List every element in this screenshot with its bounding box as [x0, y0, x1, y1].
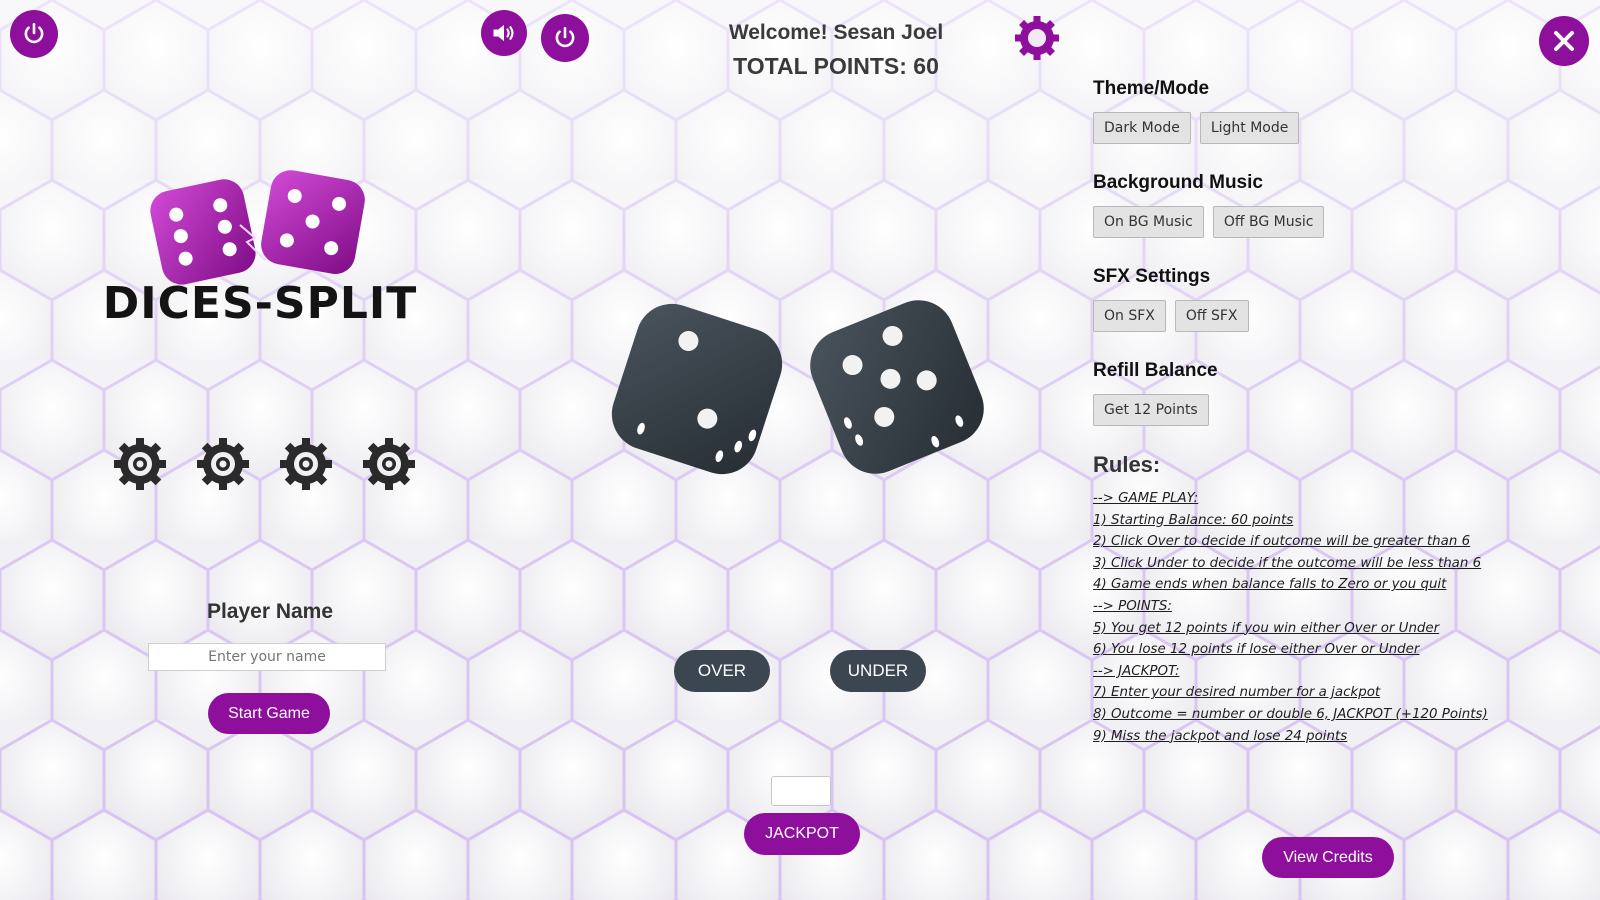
view-credits-button[interactable]: View Credits [1262, 837, 1394, 878]
jackpot-button[interactable]: JACKPOT [744, 813, 860, 855]
rules-title: Rules: [1093, 452, 1161, 477]
settings-content: Theme/Mode Dark Mode Light Mode Backgroun… [1093, 78, 1573, 747]
music-title: Background Music [1093, 172, 1263, 193]
refill-title: Refill Balance [1093, 360, 1218, 381]
gear-icon [197, 438, 249, 490]
center-panel: Welcome! Sesan Joel TOTAL POINTS: 60 OVE… [481, 0, 1065, 900]
rule-item: 3) Click Under to decide if the outcome … [1093, 555, 1482, 571]
sfx-group: SFX Settings On SFX Off SFX [1093, 266, 1573, 332]
sfx-title: SFX Settings [1093, 266, 1211, 287]
dice-logo-image [150, 170, 365, 285]
welcome-text: Welcome! Sesan Joel [728, 21, 944, 44]
sound-button[interactable] [481, 10, 527, 56]
loading-gears [112, 436, 432, 496]
under-button[interactable]: UNDER [830, 650, 926, 692]
rule-item: 9) Miss the jackpot and lose 24 points [1093, 728, 1348, 744]
quit-power-button[interactable] [541, 14, 589, 62]
music-on-button[interactable]: On BG Music [1093, 206, 1204, 238]
start-game-button[interactable]: Start Game [208, 693, 330, 734]
player-name-input[interactable] [148, 643, 386, 671]
speaker-icon [493, 24, 514, 42]
die-right [810, 300, 984, 474]
sfx-on-button[interactable]: On SFX [1093, 300, 1166, 332]
rule-item: 6) You lose 12 points if lose either Ove… [1093, 642, 1420, 658]
gear-icon [1015, 16, 1059, 60]
rule-item: 1) Starting Balance: 60 points [1093, 512, 1294, 528]
dark-mode-button[interactable]: Dark Mode [1093, 112, 1191, 144]
rule-item: 8) Outcome = number or double 6, JACKPOT… [1093, 706, 1488, 722]
gear-icon [114, 438, 166, 490]
left-panel: DICES-SPLIT Player Name Start Game [0, 0, 536, 900]
rule-item: --> JACKPOT: [1093, 663, 1180, 679]
gear-icon [280, 438, 332, 490]
close-button[interactable] [1539, 16, 1589, 66]
refill-group: Refill Balance Get 12 Points [1093, 360, 1573, 426]
rule-item: --> POINTS: [1093, 598, 1172, 614]
rule-item: 2) Click Over to decide if outcome will … [1093, 534, 1471, 550]
total-points-text: TOTAL POINTS: 60 [733, 53, 939, 79]
logo-text: DICES-SPLIT [102, 278, 418, 329]
theme-title: Theme/Mode [1093, 78, 1210, 99]
close-icon [1554, 31, 1574, 51]
power-button[interactable] [10, 10, 58, 58]
sfx-off-button[interactable]: Off SFX [1174, 300, 1249, 332]
get-points-button[interactable]: Get 12 Points [1093, 394, 1209, 426]
power-icon [24, 22, 44, 44]
die-left [611, 303, 783, 475]
power-icon [555, 26, 575, 48]
music-off-button[interactable]: Off BG Music [1212, 206, 1325, 238]
gear-icon [363, 438, 415, 490]
over-button[interactable]: OVER [674, 650, 770, 692]
rule-item: 7) Enter your desired number for a jackp… [1093, 685, 1381, 701]
theme-group: Theme/Mode Dark Mode Light Mode [1093, 78, 1573, 144]
rule-item: 4) Game ends when balance falls to Zero … [1093, 577, 1447, 593]
player-name-label: Player Name [206, 600, 334, 623]
rules-list: --> GAME PLAY: 1) Starting Balance: 60 p… [1093, 488, 1573, 747]
right-panel: Theme/Mode Dark Mode Light Mode Backgroun… [1065, 0, 1600, 900]
jackpot-number-input[interactable] [771, 776, 831, 806]
light-mode-button[interactable]: Light Mode [1199, 112, 1300, 144]
settings-button[interactable] [1012, 13, 1062, 63]
music-group: Background Music On BG Music Off BG Music [1093, 172, 1573, 238]
rule-item: 5) You get 12 points if you win either O… [1093, 620, 1440, 636]
rule-item: --> GAME PLAY: [1093, 491, 1199, 506]
